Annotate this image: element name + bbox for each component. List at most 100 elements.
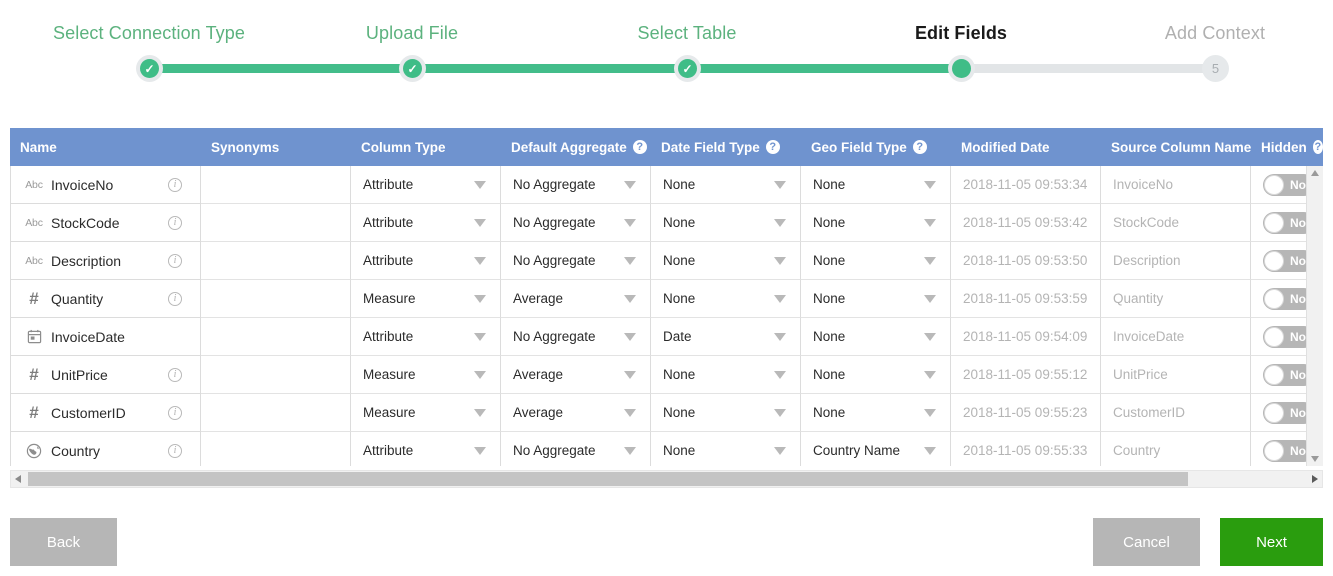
cell-column-type[interactable]: Attribute bbox=[351, 432, 501, 466]
cell-geo-field-type[interactable]: None bbox=[801, 242, 951, 280]
chevron-down-icon[interactable] bbox=[774, 218, 786, 227]
cell-name[interactable]: Abc Description i bbox=[10, 242, 201, 280]
info-icon[interactable]: i bbox=[168, 367, 182, 382]
cell-default-aggregate[interactable]: No Aggregate bbox=[501, 242, 651, 280]
cell-column-type[interactable]: Measure bbox=[351, 394, 501, 432]
scroll-right-arrow-icon[interactable] bbox=[1312, 475, 1318, 483]
column-header-modified-date[interactable]: Modified Date bbox=[951, 128, 1101, 166]
chevron-down-icon[interactable] bbox=[774, 370, 786, 379]
cell-geo-field-type[interactable]: None bbox=[801, 356, 951, 394]
back-button[interactable]: Back bbox=[10, 518, 117, 566]
scroll-up-arrow-icon[interactable] bbox=[1311, 170, 1319, 176]
stepper-node-3[interactable]: ✓ bbox=[674, 55, 701, 82]
cell-geo-field-type[interactable]: None bbox=[801, 204, 951, 242]
stepper-node-4[interactable] bbox=[948, 55, 975, 82]
cell-date-field-type[interactable]: None bbox=[651, 356, 801, 394]
help-icon[interactable]: ? bbox=[912, 140, 927, 154]
info-icon[interactable]: i bbox=[168, 443, 182, 458]
toggle-knob[interactable] bbox=[1264, 288, 1284, 309]
cell-column-type[interactable]: Attribute bbox=[351, 166, 501, 204]
chevron-down-icon[interactable] bbox=[474, 370, 486, 379]
cell-default-aggregate[interactable]: Average bbox=[501, 280, 651, 318]
chevron-down-icon[interactable] bbox=[774, 294, 786, 303]
toggle-knob[interactable] bbox=[1264, 212, 1284, 233]
chevron-down-icon[interactable] bbox=[774, 446, 786, 455]
toggle-knob[interactable] bbox=[1264, 174, 1284, 195]
cell-geo-field-type[interactable]: None bbox=[801, 318, 951, 356]
cell-column-type[interactable]: Attribute bbox=[351, 204, 501, 242]
column-header-name[interactable]: Name bbox=[10, 128, 201, 166]
column-header-source-column-name[interactable]: Source Column Name bbox=[1101, 128, 1251, 166]
cell-column-type[interactable]: Attribute bbox=[351, 242, 501, 280]
chevron-down-icon[interactable] bbox=[474, 294, 486, 303]
cell-name[interactable]: Country i bbox=[10, 432, 201, 466]
stepper-node-2[interactable]: ✓ bbox=[399, 55, 426, 82]
stepper-step-1[interactable]: Select Connection Type bbox=[19, 22, 279, 44]
column-header-column-type[interactable]: Column Type bbox=[351, 128, 501, 166]
cell-date-field-type[interactable]: Date bbox=[651, 318, 801, 356]
chevron-down-icon[interactable] bbox=[474, 408, 486, 417]
cell-name[interactable]: # UnitPrice i bbox=[10, 356, 201, 394]
chevron-down-icon[interactable] bbox=[924, 218, 936, 227]
cell-name[interactable]: Abc InvoiceNo i bbox=[10, 166, 201, 204]
cell-column-type[interactable]: Measure bbox=[351, 280, 501, 318]
cell-default-aggregate[interactable]: No Aggregate bbox=[501, 432, 651, 466]
cell-name[interactable]: # Quantity i bbox=[10, 280, 201, 318]
help-icon[interactable]: ? bbox=[765, 140, 780, 154]
cell-default-aggregate[interactable]: No Aggregate bbox=[501, 204, 651, 242]
chevron-down-icon[interactable] bbox=[474, 218, 486, 227]
cell-date-field-type[interactable]: None bbox=[651, 280, 801, 318]
toggle-knob[interactable] bbox=[1264, 402, 1284, 423]
column-header-default-aggregate[interactable]: Default Aggregate? bbox=[501, 128, 651, 166]
chevron-down-icon[interactable] bbox=[774, 256, 786, 265]
chevron-down-icon[interactable] bbox=[774, 408, 786, 417]
chevron-down-icon[interactable] bbox=[474, 332, 486, 341]
cell-default-aggregate[interactable]: No Aggregate bbox=[501, 318, 651, 356]
chevron-down-icon[interactable] bbox=[624, 256, 636, 265]
chevron-down-icon[interactable] bbox=[624, 332, 636, 341]
cell-column-type[interactable]: Measure bbox=[351, 356, 501, 394]
info-icon[interactable]: i bbox=[168, 291, 182, 306]
cell-column-type[interactable]: Attribute bbox=[351, 318, 501, 356]
horizontal-scroll-thumb[interactable] bbox=[28, 472, 1188, 486]
chevron-down-icon[interactable] bbox=[624, 446, 636, 455]
chevron-down-icon[interactable] bbox=[624, 294, 636, 303]
chevron-down-icon[interactable] bbox=[624, 408, 636, 417]
cell-name[interactable]: Abc StockCode i bbox=[10, 204, 201, 242]
cell-geo-field-type[interactable]: None bbox=[801, 280, 951, 318]
chevron-down-icon[interactable] bbox=[624, 218, 636, 227]
toggle-knob[interactable] bbox=[1264, 250, 1284, 271]
chevron-down-icon[interactable] bbox=[924, 408, 936, 417]
cell-date-field-type[interactable]: None bbox=[651, 204, 801, 242]
cell-date-field-type[interactable]: None bbox=[651, 432, 801, 466]
cell-date-field-type[interactable]: None bbox=[651, 394, 801, 432]
cell-default-aggregate[interactable]: No Aggregate bbox=[501, 166, 651, 204]
help-icon[interactable]: ? bbox=[632, 140, 647, 154]
cancel-button[interactable]: Cancel bbox=[1093, 518, 1200, 566]
info-icon[interactable]: i bbox=[168, 405, 182, 420]
cell-default-aggregate[interactable]: Average bbox=[501, 394, 651, 432]
chevron-down-icon[interactable] bbox=[624, 180, 636, 189]
column-header-geo-field-type[interactable]: Geo Field Type? bbox=[801, 128, 951, 166]
stepper-node-1[interactable]: ✓ bbox=[136, 55, 163, 82]
chevron-down-icon[interactable] bbox=[474, 256, 486, 265]
cell-date-field-type[interactable]: None bbox=[651, 242, 801, 280]
chevron-down-icon[interactable] bbox=[624, 370, 636, 379]
next-button[interactable]: Next bbox=[1220, 518, 1323, 566]
grid-horizontal-scrollbar[interactable] bbox=[10, 470, 1323, 488]
chevron-down-icon[interactable] bbox=[924, 332, 936, 341]
column-header-hidden[interactable]: Hidden? bbox=[1251, 128, 1323, 166]
stepper-step-4[interactable]: Edit Fields bbox=[831, 22, 1091, 44]
grid-vertical-scrollbar[interactable] bbox=[1306, 166, 1323, 466]
vertical-scroll-thumb[interactable] bbox=[1309, 182, 1322, 332]
help-icon[interactable]: ? bbox=[1312, 140, 1323, 154]
cell-geo-field-type[interactable]: None bbox=[801, 394, 951, 432]
scroll-left-arrow-icon[interactable] bbox=[15, 475, 21, 483]
cell-default-aggregate[interactable]: Average bbox=[501, 356, 651, 394]
stepper-step-5[interactable]: Add Context bbox=[1085, 22, 1333, 44]
chevron-down-icon[interactable] bbox=[924, 180, 936, 189]
toggle-knob[interactable] bbox=[1264, 364, 1284, 385]
info-icon[interactable]: i bbox=[168, 215, 182, 230]
stepper-node-5[interactable]: 5 bbox=[1202, 55, 1229, 82]
column-header-date-field-type[interactable]: Date Field Type? bbox=[651, 128, 801, 166]
